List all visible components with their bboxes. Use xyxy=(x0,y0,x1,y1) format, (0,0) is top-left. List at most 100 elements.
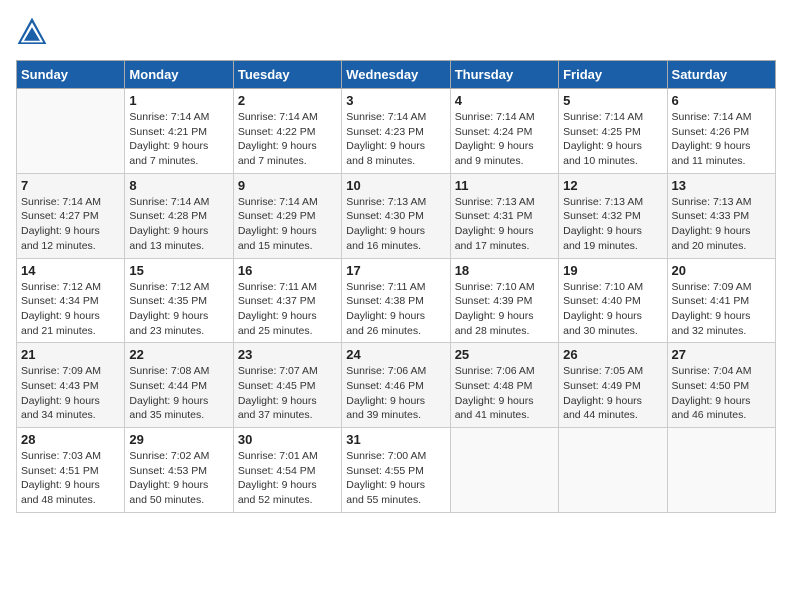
calendar-cell: 13 Sunrise: 7:13 AMSunset: 4:33 PMDayligh… xyxy=(667,173,775,258)
calendar-cell: 21 Sunrise: 7:09 AMSunset: 4:43 PMDayligh… xyxy=(17,343,125,428)
day-info: Sunrise: 7:06 AMSunset: 4:48 PMDaylight:… xyxy=(455,364,554,423)
calendar-cell: 23 Sunrise: 7:07 AMSunset: 4:45 PMDayligh… xyxy=(233,343,341,428)
day-number: 18 xyxy=(455,263,554,278)
calendar-cell: 17 Sunrise: 7:11 AMSunset: 4:38 PMDayligh… xyxy=(342,258,450,343)
day-info: Sunrise: 7:14 AMSunset: 4:29 PMDaylight:… xyxy=(238,195,337,254)
day-info: Sunrise: 7:06 AMSunset: 4:46 PMDaylight:… xyxy=(346,364,445,423)
day-info: Sunrise: 7:00 AMSunset: 4:55 PMDaylight:… xyxy=(346,449,445,508)
calendar-cell: 10Sunrise: 7:13 AMSunset: 4:30 PMDayligh… xyxy=(342,173,450,258)
day-info: Sunrise: 7:04 AMSunset: 4:50 PMDaylight:… xyxy=(672,364,771,423)
day-info: Sunrise: 7:14 AMSunset: 4:25 PMDaylight:… xyxy=(563,110,662,169)
day-info: Sunrise: 7:14 AMSunset: 4:28 PMDaylight:… xyxy=(129,195,228,254)
day-info: Sunrise: 7:14 AMSunset: 4:26 PMDaylight:… xyxy=(672,110,771,169)
day-info: Sunrise: 7:11 AMSunset: 4:38 PMDaylight:… xyxy=(346,280,445,339)
day-info: Sunrise: 7:02 AMSunset: 4:53 PMDaylight:… xyxy=(129,449,228,508)
day-info: Sunrise: 7:14 AMSunset: 4:27 PMDaylight:… xyxy=(21,195,120,254)
calendar-week-row: 28 Sunrise: 7:03 AMSunset: 4:51 PMDayligh… xyxy=(17,428,776,513)
calendar-cell: 20Sunrise: 7:09 AMSunset: 4:41 PMDayligh… xyxy=(667,258,775,343)
day-header-wednesday: Wednesday xyxy=(342,61,450,89)
day-number: 16 xyxy=(238,263,337,278)
calendar-cell: 16 Sunrise: 7:11 AMSunset: 4:37 PMDayligh… xyxy=(233,258,341,343)
calendar-cell: 15 Sunrise: 7:12 AMSunset: 4:35 PMDayligh… xyxy=(125,258,233,343)
day-number: 23 xyxy=(238,347,337,362)
day-number: 24 xyxy=(346,347,445,362)
day-number: 17 xyxy=(346,263,445,278)
logo xyxy=(16,16,52,48)
day-info: Sunrise: 7:14 AMSunset: 4:22 PMDaylight:… xyxy=(238,110,337,169)
day-header-friday: Friday xyxy=(559,61,667,89)
day-info: Sunrise: 7:10 AMSunset: 4:39 PMDaylight:… xyxy=(455,280,554,339)
calendar-cell: 30Sunrise: 7:01 AMSunset: 4:54 PMDayligh… xyxy=(233,428,341,513)
calendar-cell: 3 Sunrise: 7:14 AMSunset: 4:23 PMDaylight… xyxy=(342,89,450,174)
day-number: 21 xyxy=(21,347,120,362)
day-info: Sunrise: 7:05 AMSunset: 4:49 PMDaylight:… xyxy=(563,364,662,423)
calendar-cell xyxy=(450,428,558,513)
day-info: Sunrise: 7:03 AMSunset: 4:51 PMDaylight:… xyxy=(21,449,120,508)
day-number: 6 xyxy=(672,93,771,108)
calendar-cell: 11 Sunrise: 7:13 AMSunset: 4:31 PMDayligh… xyxy=(450,173,558,258)
day-header-sunday: Sunday xyxy=(17,61,125,89)
day-info: Sunrise: 7:01 AMSunset: 4:54 PMDaylight:… xyxy=(238,449,337,508)
calendar-cell xyxy=(17,89,125,174)
calendar-cell: 27 Sunrise: 7:04 AMSunset: 4:50 PMDayligh… xyxy=(667,343,775,428)
calendar-cell: 26 Sunrise: 7:05 AMSunset: 4:49 PMDayligh… xyxy=(559,343,667,428)
day-number: 14 xyxy=(21,263,120,278)
day-number: 27 xyxy=(672,347,771,362)
day-number: 12 xyxy=(563,178,662,193)
calendar-cell: 24 Sunrise: 7:06 AMSunset: 4:46 PMDayligh… xyxy=(342,343,450,428)
calendar-cell: 6 Sunrise: 7:14 AMSunset: 4:26 PMDaylight… xyxy=(667,89,775,174)
day-number: 13 xyxy=(672,178,771,193)
day-info: Sunrise: 7:14 AMSunset: 4:23 PMDaylight:… xyxy=(346,110,445,169)
day-info: Sunrise: 7:13 AMSunset: 4:30 PMDaylight:… xyxy=(346,195,445,254)
day-number: 26 xyxy=(563,347,662,362)
day-number: 19 xyxy=(563,263,662,278)
day-header-monday: Monday xyxy=(125,61,233,89)
calendar-header-row: SundayMondayTuesdayWednesdayThursdayFrid… xyxy=(17,61,776,89)
day-number: 4 xyxy=(455,93,554,108)
calendar-cell: 29 Sunrise: 7:02 AMSunset: 4:53 PMDayligh… xyxy=(125,428,233,513)
day-info: Sunrise: 7:12 AMSunset: 4:35 PMDaylight:… xyxy=(129,280,228,339)
calendar-week-row: 1 Sunrise: 7:14 AMSunset: 4:21 PMDaylight… xyxy=(17,89,776,174)
day-info: Sunrise: 7:14 AMSunset: 4:21 PMDaylight:… xyxy=(129,110,228,169)
day-header-thursday: Thursday xyxy=(450,61,558,89)
day-info: Sunrise: 7:11 AMSunset: 4:37 PMDaylight:… xyxy=(238,280,337,339)
calendar-cell: 31Sunrise: 7:00 AMSunset: 4:55 PMDayligh… xyxy=(342,428,450,513)
calendar-cell: 1 Sunrise: 7:14 AMSunset: 4:21 PMDaylight… xyxy=(125,89,233,174)
day-info: Sunrise: 7:08 AMSunset: 4:44 PMDaylight:… xyxy=(129,364,228,423)
calendar-week-row: 21 Sunrise: 7:09 AMSunset: 4:43 PMDayligh… xyxy=(17,343,776,428)
day-info: Sunrise: 7:13 AMSunset: 4:32 PMDaylight:… xyxy=(563,195,662,254)
day-header-saturday: Saturday xyxy=(667,61,775,89)
day-info: Sunrise: 7:09 AMSunset: 4:43 PMDaylight:… xyxy=(21,364,120,423)
calendar-cell: 8Sunrise: 7:14 AMSunset: 4:28 PMDaylight… xyxy=(125,173,233,258)
day-number: 2 xyxy=(238,93,337,108)
day-header-tuesday: Tuesday xyxy=(233,61,341,89)
day-number: 1 xyxy=(129,93,228,108)
calendar-cell: 4 Sunrise: 7:14 AMSunset: 4:24 PMDaylight… xyxy=(450,89,558,174)
calendar-cell: 12 Sunrise: 7:13 AMSunset: 4:32 PMDayligh… xyxy=(559,173,667,258)
day-number: 28 xyxy=(21,432,120,447)
calendar-week-row: 14Sunrise: 7:12 AMSunset: 4:34 PMDayligh… xyxy=(17,258,776,343)
calendar-cell: 28 Sunrise: 7:03 AMSunset: 4:51 PMDayligh… xyxy=(17,428,125,513)
calendar-cell: 22 Sunrise: 7:08 AMSunset: 4:44 PMDayligh… xyxy=(125,343,233,428)
calendar-cell: 19 Sunrise: 7:10 AMSunset: 4:40 PMDayligh… xyxy=(559,258,667,343)
calendar-cell xyxy=(667,428,775,513)
calendar-cell: 25 Sunrise: 7:06 AMSunset: 4:48 PMDayligh… xyxy=(450,343,558,428)
logo-icon xyxy=(16,16,48,48)
day-number: 7 xyxy=(21,178,120,193)
day-number: 5 xyxy=(563,93,662,108)
day-info: Sunrise: 7:13 AMSunset: 4:33 PMDaylight:… xyxy=(672,195,771,254)
day-info: Sunrise: 7:14 AMSunset: 4:24 PMDaylight:… xyxy=(455,110,554,169)
day-number: 29 xyxy=(129,432,228,447)
day-info: Sunrise: 7:13 AMSunset: 4:31 PMDaylight:… xyxy=(455,195,554,254)
calendar-table: SundayMondayTuesdayWednesdayThursdayFrid… xyxy=(16,60,776,513)
day-number: 11 xyxy=(455,178,554,193)
calendar-cell: 7 Sunrise: 7:14 AMSunset: 4:27 PMDaylight… xyxy=(17,173,125,258)
day-number: 15 xyxy=(129,263,228,278)
day-number: 3 xyxy=(346,93,445,108)
day-number: 25 xyxy=(455,347,554,362)
day-info: Sunrise: 7:10 AMSunset: 4:40 PMDaylight:… xyxy=(563,280,662,339)
day-number: 22 xyxy=(129,347,228,362)
day-info: Sunrise: 7:07 AMSunset: 4:45 PMDaylight:… xyxy=(238,364,337,423)
calendar-cell: 2 Sunrise: 7:14 AMSunset: 4:22 PMDaylight… xyxy=(233,89,341,174)
calendar-cell: 14Sunrise: 7:12 AMSunset: 4:34 PMDayligh… xyxy=(17,258,125,343)
